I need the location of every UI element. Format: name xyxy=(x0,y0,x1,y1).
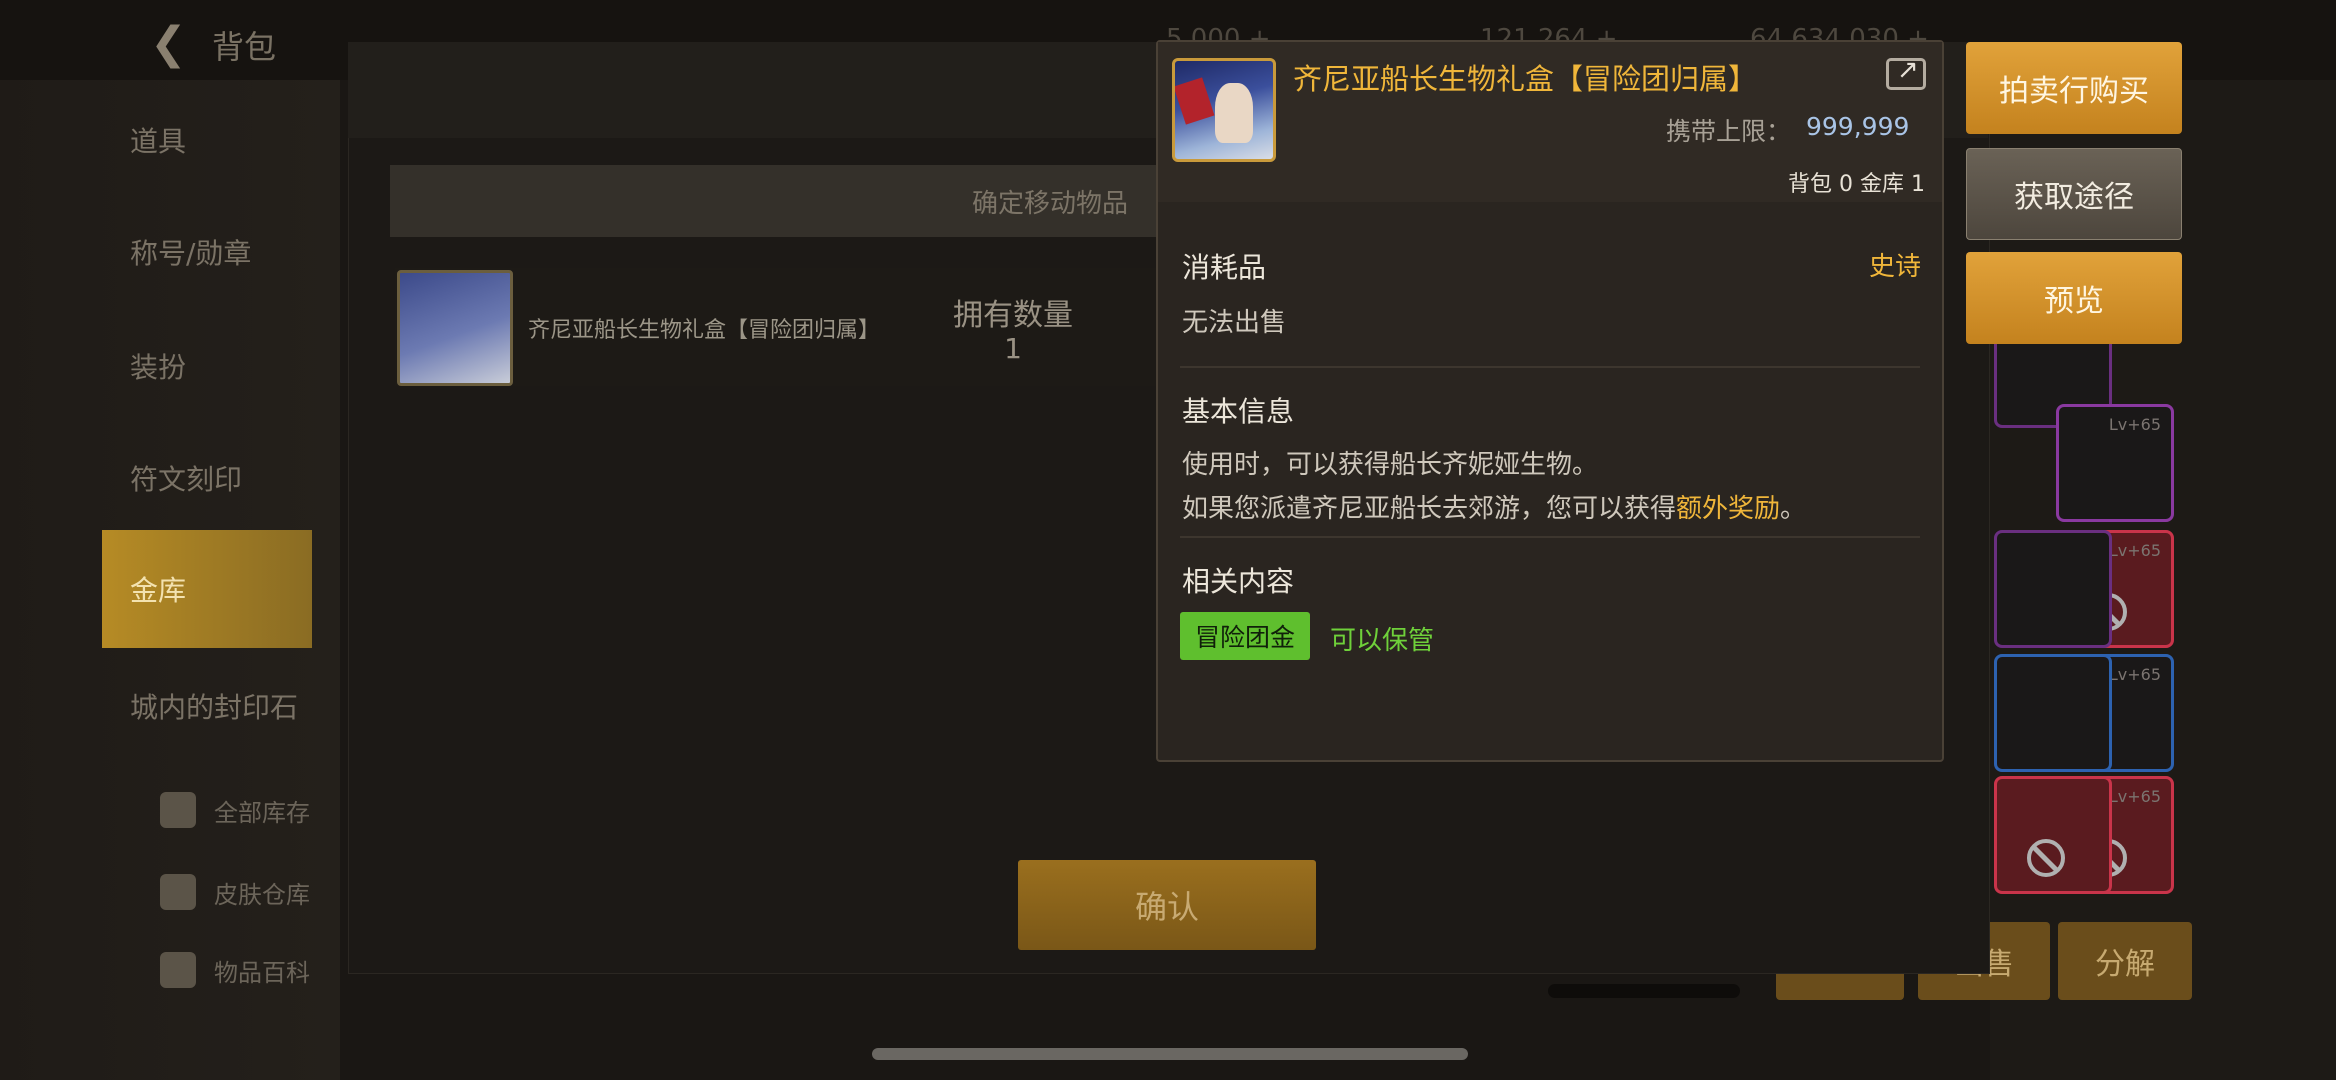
bag-label: 背包 xyxy=(1788,172,1833,197)
preview-button[interactable]: 预览 xyxy=(1966,252,2182,344)
sidebar-item-seal-stones[interactable]: 城内的封印石 xyxy=(130,686,298,726)
scroll-indicator xyxy=(1548,984,1740,998)
bag-count: 0 xyxy=(1839,172,1854,197)
storage-counts: 背包 0 金库 1 xyxy=(1788,166,1925,198)
quantity-label: 拥有数量 xyxy=(953,298,1073,333)
description-line: 使用时，可以获得船长齐妮娅生物。 xyxy=(1182,450,1599,480)
inventory-slot[interactable]: Lv+65 xyxy=(2056,404,2174,522)
divider xyxy=(1180,366,1920,368)
confirm-button[interactable]: 确认 xyxy=(1018,860,1316,950)
storable-status: 可以保管 xyxy=(1330,626,1435,656)
rarity-tag-icon xyxy=(1175,77,1215,125)
item-name: 齐尼亚船长生物礼盒【冒险团归属】 xyxy=(528,318,881,343)
inventory-slot[interactable] xyxy=(1994,776,2112,894)
inventory-slot[interactable] xyxy=(1994,530,2112,648)
back-arrow-icon[interactable]: ❮ xyxy=(150,18,187,69)
vault-label: 金库 xyxy=(1860,172,1905,197)
page-title: 背包 xyxy=(212,28,277,66)
tooltip-title: 齐尼亚船长生物礼盒【冒险团归属】 xyxy=(1293,62,1758,96)
bonus-reward-highlight: 额外奖励 xyxy=(1676,494,1781,524)
encyclopedia-icon xyxy=(160,952,196,988)
quantity-value: 1 xyxy=(1004,332,1022,365)
auction-buy-button[interactable]: 拍卖行购买 xyxy=(1966,42,2182,134)
wardrobe-icon xyxy=(160,874,196,910)
item-thumbnail[interactable] xyxy=(397,270,513,386)
sidebar-item-titles[interactable]: 称号/勋章 xyxy=(130,232,251,272)
sidebar-item-costume[interactable]: 装扮 xyxy=(130,346,186,386)
sidebar-sub-label: 皮肤仓库 xyxy=(214,880,310,909)
carry-limit-value: 999,999 xyxy=(1806,112,1910,141)
sidebar-sub-label: 物品百科 xyxy=(214,958,310,987)
home-indicator[interactable] xyxy=(872,1048,1468,1060)
description-line: 如果您派遣齐尼亚船长去郊游，您可以获得额外奖励。 xyxy=(1182,494,1807,524)
disassemble-label: 分解 xyxy=(2095,947,2155,982)
forbidden-icon xyxy=(2027,839,2065,877)
related-content-title: 相关内容 xyxy=(1182,565,1295,598)
vault-count: 1 xyxy=(1911,172,1926,197)
carry-limit-label: 携带上限： xyxy=(1666,117,1792,146)
share-icon[interactable] xyxy=(1886,55,1926,90)
item-icon xyxy=(1172,58,1276,162)
storage-icon xyxy=(160,792,196,828)
sidebar-item-props[interactable]: 道具 xyxy=(130,120,186,160)
sidebar-item-vault[interactable]: 金库 xyxy=(102,530,312,648)
item-category: 消耗品 xyxy=(1182,251,1267,284)
sidebar-sub-all-storage[interactable]: 全部库存 xyxy=(160,792,310,828)
sidebar-sub-label: 全部库存 xyxy=(214,798,310,827)
captain-figure-icon xyxy=(1215,83,1253,143)
sidebar-sub-skin-storage[interactable]: 皮肤仓库 xyxy=(160,874,310,910)
sidebar-item-runes[interactable]: 符文刻印 xyxy=(130,458,242,498)
basic-info-title: 基本信息 xyxy=(1182,395,1295,428)
sidebar-item-label: 金库 xyxy=(130,574,187,607)
obtain-route-button[interactable]: 获取途径 xyxy=(1966,148,2182,240)
adventure-team-vault-chip: 冒险团金 xyxy=(1180,612,1310,660)
item-rarity: 史诗 xyxy=(1869,252,1922,282)
sell-status: 无法出售 xyxy=(1182,308,1287,338)
divider xyxy=(1180,536,1920,538)
inventory-slot[interactable] xyxy=(1994,654,2112,772)
sidebar-sub-encyclopedia[interactable]: 物品百科 xyxy=(160,952,310,988)
disassemble-button[interactable]: 分解 xyxy=(2058,922,2192,1000)
